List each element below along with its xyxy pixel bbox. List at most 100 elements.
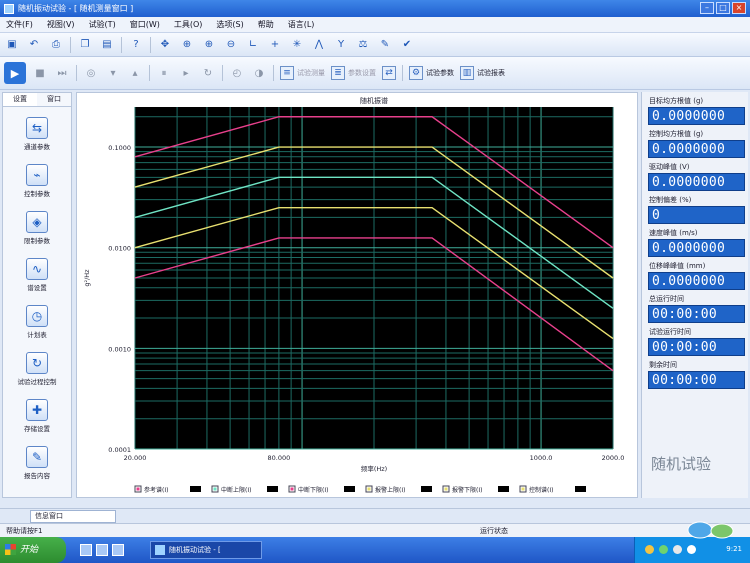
resume-icon[interactable]: ▸ bbox=[178, 65, 194, 81]
cursor-y-icon[interactable]: Y bbox=[333, 37, 349, 53]
zoom-in-icon[interactable]: ⊕ bbox=[179, 37, 195, 53]
left-panel-tabs: 设置 窗口 bbox=[3, 93, 71, 107]
undo-icon[interactable]: ↶ bbox=[26, 37, 42, 53]
loop-icon[interactable]: ↻ bbox=[200, 65, 216, 81]
quicklaunch-media-icon[interactable] bbox=[112, 544, 124, 556]
tray-security-icon[interactable] bbox=[659, 545, 668, 554]
test-params-button[interactable]: ⚙ 试验参数 bbox=[409, 66, 454, 80]
level-icon[interactable]: ◎ bbox=[83, 65, 99, 81]
tray-volume-icon[interactable] bbox=[673, 545, 682, 554]
help-icon[interactable]: ? bbox=[128, 37, 144, 53]
nav-process-control[interactable]: ↻ 试验过程控制 bbox=[3, 352, 71, 389]
displacement-label: 位移峰峰值 (mm) bbox=[649, 262, 706, 270]
toggle-button[interactable]: ⇄ bbox=[382, 66, 396, 80]
stop-icon[interactable]: ■ bbox=[32, 65, 48, 81]
spectrum-icon: ∿ bbox=[26, 258, 48, 280]
nav-channel-params[interactable]: ⇆ 通道参数 bbox=[3, 117, 71, 154]
nav-control-params[interactable]: ⌁ 控制参数 bbox=[3, 164, 71, 201]
copy-icon[interactable]: ❐ bbox=[77, 37, 93, 53]
menu-tools[interactable]: 工具(O) bbox=[174, 19, 203, 30]
timer-icon[interactable]: ◴ bbox=[229, 65, 245, 81]
menu-view[interactable]: 视图(V) bbox=[47, 19, 75, 30]
nav-label: 试验过程控制 bbox=[17, 378, 57, 386]
taskbar-app-button[interactable]: 随机振动试验 - [ bbox=[150, 541, 262, 559]
level-up-icon[interactable]: ▴ bbox=[127, 65, 143, 81]
gauge-icon[interactable]: ◑ bbox=[251, 65, 267, 81]
channel-icon: ⇆ bbox=[26, 117, 48, 139]
toolbar-divider bbox=[150, 36, 151, 53]
start-button[interactable]: 开始 bbox=[0, 537, 66, 563]
start-label: 开始 bbox=[20, 545, 39, 555]
toolbar-control: ▶ ■ ⏭ ◎ ▾ ▴ ⏸ ▸ ↻ ◴ ◑ ≡ 试验测量 ≣ 参数设置 ⇄ ⚙ 试验参… bbox=[0, 57, 750, 90]
total-time-label: 总运行时间 bbox=[649, 295, 684, 303]
marker-icon[interactable]: ✳ bbox=[289, 37, 305, 53]
edit-icon[interactable]: ✎ bbox=[377, 37, 393, 53]
quicklaunch-browser-icon[interactable] bbox=[80, 544, 92, 556]
zoom-x-icon[interactable]: ⊕ bbox=[201, 37, 217, 53]
crosshair-icon[interactable]: + bbox=[267, 37, 283, 53]
test-report-label: 试验报表 bbox=[477, 69, 505, 77]
clock: 9:21 bbox=[726, 545, 742, 553]
legend-label: 控制谱(I) bbox=[529, 486, 553, 494]
drive-peak-label: 驱动峰值 (V) bbox=[649, 163, 690, 171]
tray-network-icon[interactable] bbox=[645, 545, 654, 554]
bottom-tab-strip: 信息窗口 bbox=[0, 508, 750, 523]
maximize-button[interactable]: □ bbox=[716, 2, 730, 14]
nav-limit-params[interactable]: ◈ 限制参数 bbox=[3, 211, 71, 248]
menu-help[interactable]: 帮助 bbox=[258, 19, 274, 30]
x-tick-label: 2000.0 bbox=[602, 454, 625, 462]
test-time-label: 试验运行时间 bbox=[649, 328, 691, 336]
taskbar: 开始 随机振动试验 - [ 9:21 bbox=[0, 537, 750, 563]
tab-settings[interactable]: 设置 bbox=[3, 93, 37, 106]
test-report-button[interactable]: ▥ 试验报表 bbox=[460, 66, 505, 80]
axis-icon[interactable]: ∟ bbox=[245, 37, 261, 53]
analysis-button[interactable]: ≡ 试验测量 bbox=[280, 66, 325, 80]
window-title: 随机振动试验 - [ 随机测量窗口 ] bbox=[18, 4, 134, 13]
quicklaunch-desktop-icon[interactable] bbox=[96, 544, 108, 556]
save-icon[interactable]: ▣ bbox=[4, 37, 20, 53]
remaining-time-label: 剩余时间 bbox=[649, 361, 677, 369]
tray-chat-icon[interactable] bbox=[682, 520, 742, 542]
param-icon: ≣ bbox=[331, 66, 345, 80]
nav-report-content[interactable]: ✎ 报告内容 bbox=[3, 446, 71, 483]
menu-options[interactable]: 选项(S) bbox=[216, 19, 243, 30]
check-icon[interactable]: ✔ bbox=[399, 37, 415, 53]
nav-storage-settings[interactable]: ✚ 存储设置 bbox=[3, 399, 71, 436]
step-icon[interactable]: ⏭ bbox=[54, 65, 70, 81]
zoom-out-icon[interactable]: ⊖ bbox=[223, 37, 239, 53]
scale-icon[interactable]: ⚖ bbox=[355, 37, 371, 53]
analysis-icon: ≡ bbox=[280, 66, 294, 80]
pause-icon[interactable]: ⏸ bbox=[156, 65, 172, 81]
param-label: 参数设置 bbox=[348, 69, 376, 77]
nav-schedule[interactable]: ◷ 计划表 bbox=[3, 305, 71, 342]
legend-swatch bbox=[521, 487, 525, 491]
test-time-value: 00:00:00 bbox=[648, 338, 745, 356]
minimize-button[interactable]: – bbox=[700, 2, 714, 14]
nav-spectrum-settings[interactable]: ∿ 谱设置 bbox=[3, 258, 71, 295]
legend-color-box bbox=[498, 486, 509, 492]
velocity-peak-label: 速度峰值 (m/s) bbox=[649, 229, 698, 237]
menu-window[interactable]: 窗口(W) bbox=[130, 19, 160, 30]
print-icon[interactable]: ⎙ bbox=[48, 37, 64, 53]
tray-ime-icon[interactable] bbox=[687, 545, 696, 554]
process-icon: ↻ bbox=[26, 352, 48, 374]
param-button[interactable]: ≣ 参数设置 bbox=[331, 66, 376, 80]
level-down-icon[interactable]: ▾ bbox=[105, 65, 121, 81]
toggle-icon: ⇄ bbox=[382, 66, 396, 80]
menu-test[interactable]: 试验(T) bbox=[89, 19, 116, 30]
spectrum-chart[interactable]: 随机振谱 0.1000 0.0100 0.0010 0.000120.000 80.000… bbox=[77, 93, 639, 499]
tab-windows[interactable]: 窗口 bbox=[37, 93, 71, 106]
nav-label: 通道参数 bbox=[24, 143, 50, 151]
test-params-label: 试验参数 bbox=[426, 69, 454, 77]
tab-info-window[interactable]: 信息窗口 bbox=[30, 510, 116, 523]
peak-icon[interactable]: ⋀ bbox=[311, 37, 327, 53]
y-tick-label: 0.0001 bbox=[108, 446, 131, 454]
pan-icon[interactable]: ✥ bbox=[157, 37, 173, 53]
toolbar-divider bbox=[76, 65, 77, 81]
export-icon[interactable]: ▤ bbox=[99, 37, 115, 53]
menu-language[interactable]: 语言(L) bbox=[288, 19, 315, 30]
play-icon[interactable]: ▶ bbox=[4, 62, 26, 84]
chart-title: 随机振谱 bbox=[360, 96, 388, 105]
close-button[interactable]: × bbox=[732, 2, 746, 14]
menu-file[interactable]: 文件(F) bbox=[6, 19, 33, 30]
